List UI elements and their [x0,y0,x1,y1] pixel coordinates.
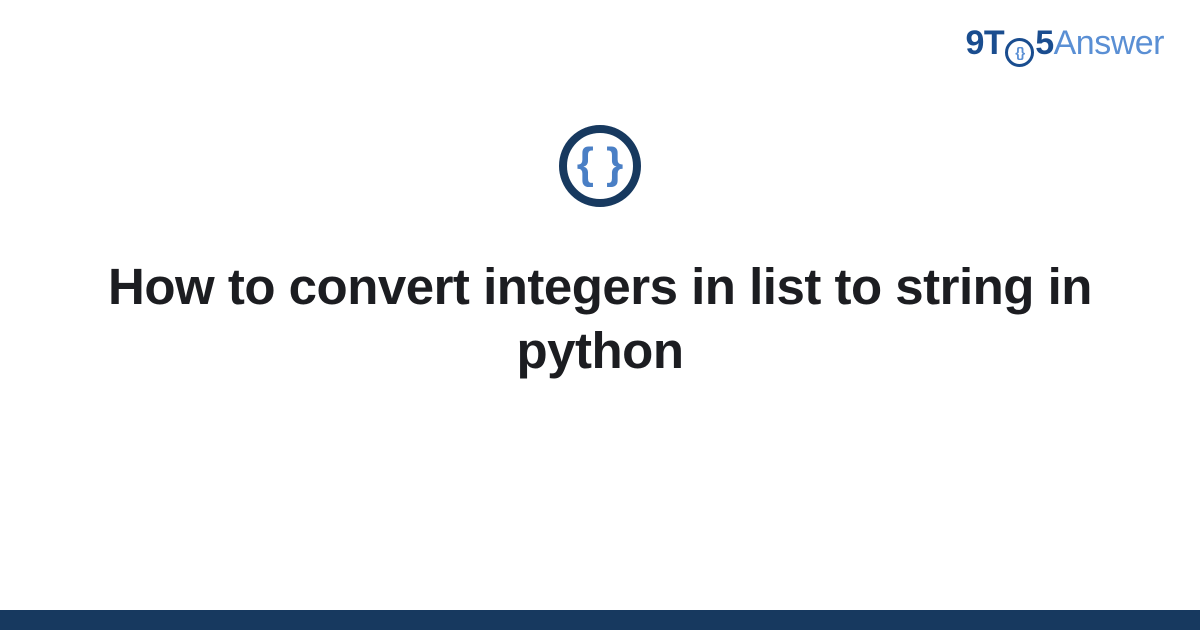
page-title: How to convert integers in list to strin… [100,255,1100,383]
code-braces-icon: { } [559,125,641,207]
logo-text-answer: Answer [1054,24,1164,62]
logo-circle-glyph: {} [1015,45,1024,59]
main-content: { } How to convert integers in list to s… [0,125,1200,383]
logo-text-9t: 9T [966,24,1005,62]
site-logo: 9T {} 5Answer [966,24,1164,67]
logo-circle-icon: {} [1005,38,1034,67]
footer-accent-bar [0,610,1200,630]
logo-text-5: 5 [1035,24,1053,62]
braces-glyph: { } [577,142,623,186]
